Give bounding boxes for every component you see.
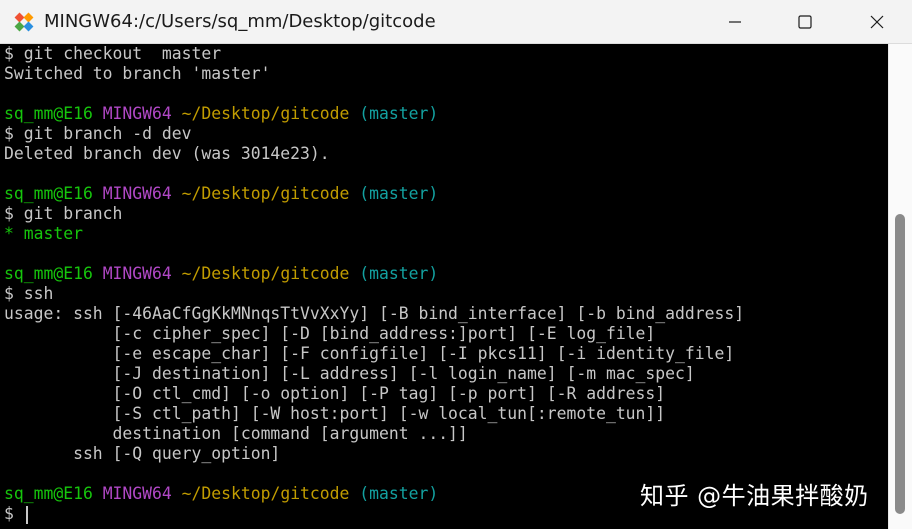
vertical-scrollbar[interactable] <box>888 44 912 529</box>
prompt-env: MINGW64 <box>102 104 172 123</box>
usage-line: [-c cipher_spec] [-D [bind_address:]port… <box>4 324 656 343</box>
output-line: Deleted branch dev (was 3014e23). <box>4 144 330 163</box>
text-cursor <box>25 505 28 524</box>
maximize-button[interactable] <box>770 0 840 44</box>
terminal-output[interactable]: $ git checkout master Switched to branch… <box>0 44 888 529</box>
prompt-user: sq_mm@E16 <box>4 104 93 123</box>
prompt-path: ~/Desktop/gitcode <box>181 264 350 283</box>
prompt-branch: (master) <box>359 104 439 123</box>
close-icon <box>870 15 884 29</box>
usage-line: [-O ctl_cmd] [-o option] [-P tag] [-p po… <box>4 384 666 403</box>
command-line: $ git checkout master <box>4 44 222 63</box>
minimize-button[interactable] <box>700 0 770 44</box>
prompt-branch: (master) <box>359 264 439 283</box>
prompt-env: MINGW64 <box>102 264 172 283</box>
prompt-line: sq_mm@E16 MINGW64 ~/Desktop/gitcode (mas… <box>0 104 888 124</box>
usage-line: [-J destination] [-L address] [-l login_… <box>4 364 695 383</box>
prompt-env: MINGW64 <box>102 184 172 203</box>
command-line: $ ssh <box>4 284 54 303</box>
prompt-path: ~/Desktop/gitcode <box>181 184 350 203</box>
terminal-window: MINGW64:/c/Users/sq_mm/Desktop/gitcode $… <box>0 0 912 529</box>
usage-line: [-e escape_char] [-F configfile] [-I pkc… <box>4 344 735 363</box>
usage-line: ssh [-Q query_option] <box>4 444 281 463</box>
prompt-branch: (master) <box>359 484 439 503</box>
prompt-env: MINGW64 <box>102 484 172 503</box>
prompt-branch: (master) <box>359 184 439 203</box>
title-bar[interactable]: MINGW64:/c/Users/sq_mm/Desktop/gitcode <box>0 0 912 44</box>
command-line: $ git branch -d dev <box>4 124 192 143</box>
input-prompt: $ <box>4 504 24 523</box>
prompt-user: sq_mm@E16 <box>4 484 93 503</box>
maximize-icon <box>798 15 812 29</box>
git-diamond-icon <box>14 12 34 32</box>
current-branch-line: * master <box>4 224 83 243</box>
prompt-user: sq_mm@E16 <box>4 184 93 203</box>
usage-line: [-S ctl_path] [-W host:port] [-w local_t… <box>4 404 666 423</box>
output-line: Switched to branch 'master' <box>4 64 271 83</box>
prompt-line: sq_mm@E16 MINGW64 ~/Desktop/gitcode (mas… <box>0 184 888 204</box>
close-button[interactable] <box>842 0 912 44</box>
command-line: $ git branch <box>4 204 123 223</box>
minimize-icon <box>729 21 741 23</box>
window-title: MINGW64:/c/Users/sq_mm/Desktop/gitcode <box>44 11 436 32</box>
prompt-path: ~/Desktop/gitcode <box>181 104 350 123</box>
watermark: 知乎 @牛油果拌酸奶 <box>640 482 869 510</box>
prompt-path: ~/Desktop/gitcode <box>181 484 350 503</box>
scrollbar-thumb[interactable] <box>895 214 905 514</box>
usage-line: destination [command [argument ...]] <box>4 424 468 443</box>
prompt-line: sq_mm@E16 MINGW64 ~/Desktop/gitcode (mas… <box>0 264 888 284</box>
prompt-user: sq_mm@E16 <box>4 264 93 283</box>
usage-line: usage: ssh [-46AaCfGgKkMNnqsTtVvXxYy] [-… <box>4 304 745 323</box>
